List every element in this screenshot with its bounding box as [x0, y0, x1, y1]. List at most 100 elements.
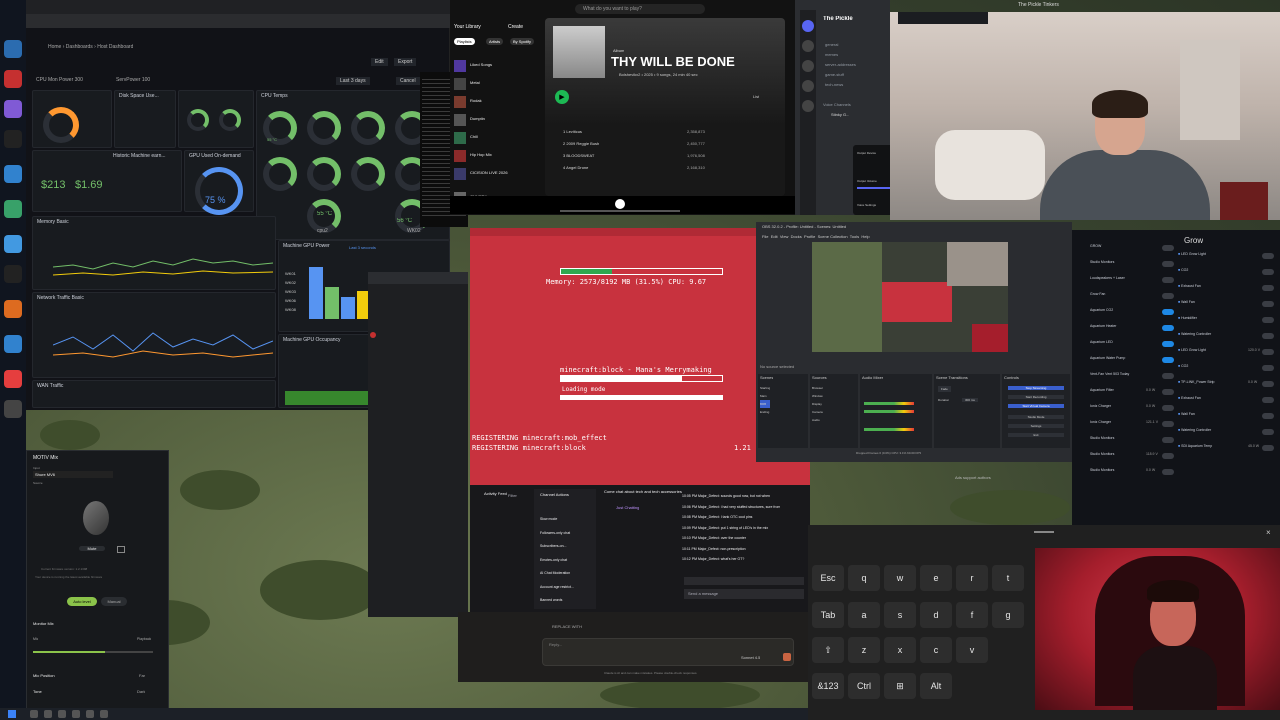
toggle-switch[interactable] [1262, 413, 1274, 419]
channel-item[interactable]: game-stuff [825, 70, 856, 80]
app-icon[interactable] [4, 130, 22, 148]
chat-input[interactable]: Send a message [684, 589, 804, 599]
exit-button[interactable]: Exit [1008, 433, 1064, 437]
device-row[interactable]: Studio Monitors [1090, 436, 1178, 444]
keyboard-key[interactable]: x [884, 637, 916, 663]
app-icon[interactable] [4, 200, 22, 218]
device-row[interactable]: Aquarium CO2 [1090, 308, 1178, 316]
toggle-switch[interactable] [1162, 357, 1174, 363]
stream-category[interactable]: Just Chatting [616, 505, 639, 510]
start-icon[interactable] [8, 710, 16, 718]
voice-channel[interactable]: Stinky G... [831, 112, 849, 117]
toggle-switch[interactable] [1262, 365, 1274, 371]
toggle-switch[interactable] [1162, 277, 1174, 283]
device-row[interactable]: ■ LED Grow Light [1178, 252, 1278, 260]
keyboard-key[interactable]: ⇧ [812, 637, 844, 663]
taskbar-app-icon[interactable] [100, 710, 108, 718]
menu-tools[interactable]: Tools [850, 234, 859, 239]
keyboard-key[interactable]: v [956, 637, 988, 663]
followers-only-toggle[interactable]: Followers-only chat [540, 527, 574, 541]
keyboard-key[interactable]: Esc [812, 565, 844, 591]
monitor-mix-slider[interactable] [33, 651, 153, 653]
toggle-switch[interactable] [1262, 445, 1274, 451]
track-row[interactable]: 2 2009 Reggie Bush [563, 138, 599, 150]
toggle-switch[interactable] [1162, 245, 1174, 251]
device-row[interactable]: Loudspeakers + Laser [1090, 276, 1178, 284]
device-row[interactable]: ■ Exhaust Fan [1178, 284, 1278, 292]
track-row[interactable]: 4 Angel Drone [563, 162, 599, 174]
scene-item-active[interactable]: BRB [760, 400, 771, 408]
channel-item[interactable]: general [825, 40, 856, 50]
keyboard-key[interactable]: t [992, 565, 1024, 591]
start-recording-button[interactable]: Start Recording [1008, 395, 1064, 399]
device-row[interactable]: Aquarium Water Pump [1090, 356, 1178, 364]
create-button[interactable]: Create [508, 24, 523, 30]
taskbar-app-icon[interactable] [72, 710, 80, 718]
keyboard-key[interactable]: s [884, 602, 916, 628]
filter-chip[interactable]: Artists [486, 38, 504, 45]
toggle-switch[interactable] [1262, 381, 1274, 387]
view-mode-toggle[interactable]: List [753, 94, 759, 99]
close-icon[interactable]: × [1266, 528, 1274, 537]
spotify-search-input[interactable]: What do you want to play? [575, 4, 705, 14]
browser-address-bar[interactable] [26, 14, 450, 28]
player-play-button[interactable] [615, 199, 625, 209]
server-icon[interactable] [802, 80, 814, 92]
keyboard-key[interactable]: d [920, 602, 952, 628]
source-item[interactable]: Browser [812, 384, 823, 392]
toggle-switch[interactable] [1262, 397, 1274, 403]
toggle-switch[interactable] [1162, 373, 1174, 379]
device-row[interactable]: ■ SDI Aquarium Temp 45.0 W [1178, 444, 1278, 452]
server-icon[interactable] [802, 100, 814, 112]
subscribers-only-toggle[interactable]: Subscribers-on... [540, 540, 574, 554]
keyboard-key[interactable]: a [848, 602, 880, 628]
scene-item[interactable]: Main [760, 392, 770, 400]
keyboard-key[interactable]: w [884, 565, 916, 591]
manual-button[interactable]: Manual [101, 597, 127, 606]
app-icon[interactable] [4, 265, 22, 283]
obs-preview[interactable] [812, 242, 1008, 352]
app-icon[interactable] [4, 100, 22, 118]
toggle-switch[interactable] [1262, 269, 1274, 275]
keyboard-key[interactable]: r [956, 565, 988, 591]
device-row[interactable]: GROW [1090, 244, 1178, 252]
taskbar-app-icon[interactable] [58, 710, 66, 718]
channel-item[interactable]: tech-news [825, 80, 856, 90]
scene-item[interactable]: Ending [760, 408, 770, 416]
toggle-switch[interactable] [1262, 429, 1274, 435]
filter-chip[interactable]: By Spotify [510, 38, 535, 45]
device-row[interactable]: ■ Wall Fan [1178, 412, 1278, 420]
ai-moderation-toggle[interactable]: AI Chat Moderation [540, 567, 574, 581]
library-item[interactable]: Chill [470, 134, 478, 139]
account-age-toggle[interactable]: Account age restrict... [540, 581, 574, 595]
toggle-switch[interactable] [1162, 453, 1174, 459]
device-row[interactable]: Ioniz Charger 121.1 V [1090, 420, 1178, 428]
keyboard-key[interactable]: Tab [812, 602, 844, 628]
taskbar-app-icon[interactable] [30, 710, 38, 718]
settings-button[interactable]: Settings [1008, 424, 1064, 428]
claude-input-box[interactable]: Reply... Sonnet 4.5 [542, 638, 794, 666]
device-row[interactable]: ■ Exhaust Fan [1178, 396, 1278, 404]
server-icon[interactable] [802, 20, 814, 32]
library-item[interactable]: Liked Songs [470, 62, 492, 67]
toggle-switch[interactable] [1262, 349, 1274, 355]
app-icon[interactable] [4, 335, 22, 353]
filter-cpu-power[interactable]: CPU Mon Power 300 [36, 77, 83, 83]
toggle-switch[interactable] [1162, 421, 1174, 427]
server-icon[interactable] [802, 60, 814, 72]
output-device-label[interactable]: Output Device [857, 151, 876, 155]
device-row[interactable]: Studio Monitors [1090, 260, 1178, 268]
source-item[interactable]: Camera [812, 408, 823, 416]
toggle-switch[interactable] [1162, 293, 1174, 299]
channel-item[interactable]: server-addresses [825, 60, 856, 70]
keyboard-key[interactable]: q [848, 565, 880, 591]
device-row[interactable]: Vent-Fan Vent 503 Today [1090, 372, 1178, 380]
device-select[interactable]: Shure MV6 [33, 471, 113, 478]
menu-profile[interactable]: Profile [804, 234, 815, 239]
toggle-switch[interactable] [1162, 325, 1174, 331]
mic-position-select[interactable]: Far [139, 673, 145, 678]
filter-chip[interactable]: Playlists [454, 38, 475, 45]
scene-item[interactable]: Starting [760, 384, 770, 392]
device-row[interactable]: ■ Wall Fan [1178, 300, 1278, 308]
track-row[interactable]: 3 BLOODSWEAT [563, 150, 599, 162]
